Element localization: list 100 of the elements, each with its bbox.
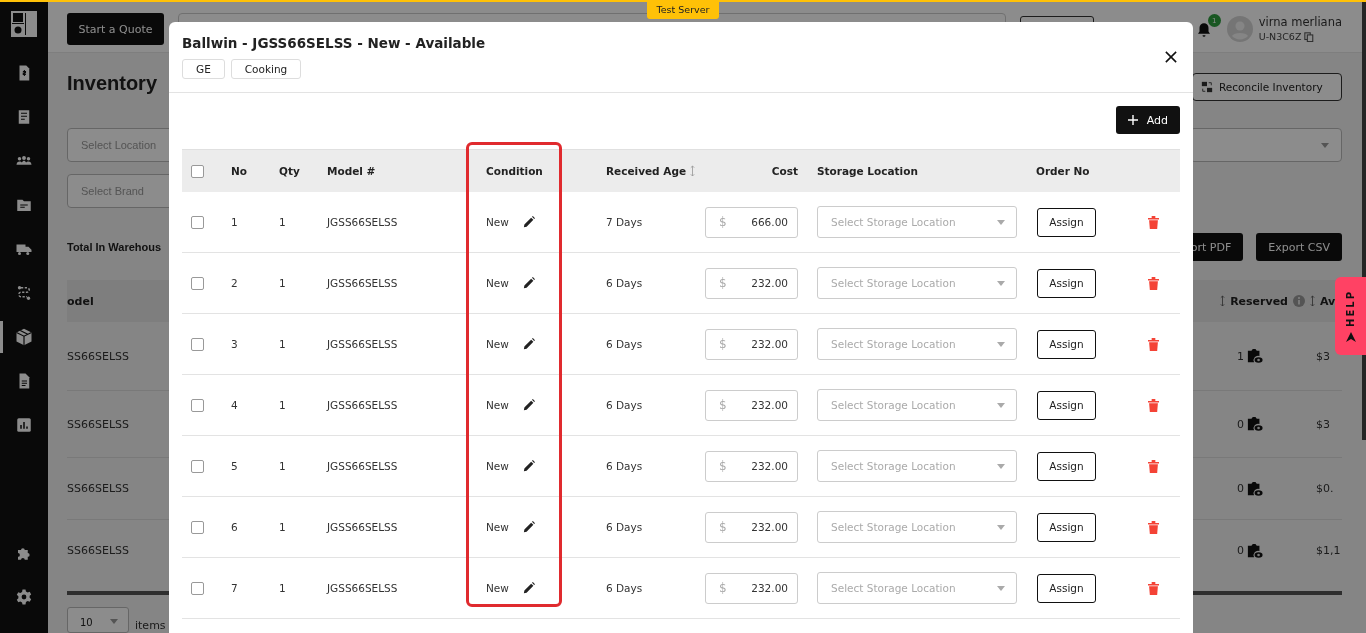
add-button[interactable]: Add [1115, 106, 1180, 134]
row-checkbox[interactable] [191, 276, 204, 290]
edit-icon[interactable] [522, 277, 535, 289]
table-cell: 6 Days [606, 460, 643, 472]
active-indicator [0, 321, 3, 353]
table-cell-text: $3 [1316, 417, 1331, 431]
copy-icon[interactable] [1304, 31, 1315, 42]
column-header: Order No [1036, 165, 1090, 177]
assign-button[interactable]: Assign [1037, 451, 1096, 481]
table-cell: 1 [279, 216, 286, 228]
close-icon[interactable] [1165, 51, 1177, 63]
help-tab[interactable]: HELP [1335, 277, 1366, 355]
table-cell: JGSS66SELSS [327, 216, 398, 228]
start-quote-button[interactable]: Start a Quote [67, 13, 164, 45]
export-csv-button[interactable]: Export CSV [1256, 233, 1342, 261]
table-cell: 1 [1237, 349, 1244, 363]
table-cell: 1 [279, 460, 286, 472]
delete-icon[interactable] [1148, 276, 1159, 290]
tag: GE [182, 59, 225, 79]
reservation-eye-icon[interactable] [1247, 416, 1263, 432]
table-cell: JGSS66SELSS [327, 399, 398, 411]
table-cell: 3 [231, 338, 238, 350]
gear-icon[interactable] [15, 588, 33, 606]
assign-button[interactable]: Assign [1037, 512, 1096, 542]
table-cell: 6 Days [606, 277, 643, 289]
table-cell: 6 [231, 521, 238, 533]
table-cell: New [486, 216, 509, 228]
assign-button[interactable]: Assign [1037, 573, 1096, 603]
table-cell: 6 Days [606, 582, 643, 594]
table-cell: 6 Days [606, 338, 643, 350]
cost-field[interactable]: $ 232.00 [705, 267, 798, 299]
cost-field[interactable]: $ 232.00 [705, 511, 798, 543]
row-checkbox[interactable] [191, 215, 204, 229]
reservation-eye-icon[interactable] [1247, 348, 1263, 364]
table-cell: 1 [279, 521, 286, 533]
plus-icon [1127, 115, 1138, 125]
page-size-select[interactable]: 10 [67, 607, 129, 633]
table-cell: New [486, 460, 509, 472]
edit-icon[interactable] [522, 216, 535, 228]
edit-icon[interactable] [522, 460, 535, 472]
table-cell: New [486, 582, 509, 594]
row-checkbox[interactable] [191, 459, 204, 473]
table-cell: 1 [279, 582, 286, 594]
cost-field[interactable]: $ 232.00 [705, 450, 798, 482]
table-cell: $1,1 [1316, 544, 1342, 557]
table-cell: JGSS66SELSS [327, 460, 398, 472]
chart-icon[interactable] [15, 416, 33, 434]
delete-icon[interactable] [1148, 459, 1159, 473]
table-cell: 7 [231, 582, 238, 594]
reconcile-inventory-button[interactable]: Reconcile Inventory [1192, 73, 1342, 101]
table-cell: New [486, 399, 509, 411]
edit-icon[interactable] [522, 399, 535, 411]
edit-icon[interactable] [522, 582, 535, 594]
column-header: odel [67, 294, 94, 308]
assign-button[interactable]: Assign [1037, 390, 1096, 420]
column-header: No [231, 165, 247, 177]
table-cell: JGSS66SELSS [327, 521, 398, 533]
select-all-checkbox[interactable] [191, 164, 204, 178]
row-checkbox[interactable] [191, 520, 204, 534]
app-logo[interactable] [11, 11, 37, 37]
server-banner: Test Server [647, 0, 719, 19]
table-cell: 0 [1237, 482, 1244, 495]
table-cell: 1 [279, 399, 286, 411]
table-cell: 1 [231, 216, 238, 228]
total-label: Total In Warehous [67, 241, 162, 253]
edit-icon[interactable] [522, 521, 535, 533]
cost-field[interactable]: $ 232.00 [705, 328, 798, 360]
delete-icon[interactable] [1148, 337, 1159, 351]
route-icon[interactable] [15, 284, 33, 302]
edit-icon[interactable] [522, 338, 535, 350]
assign-button[interactable]: Assign [1037, 329, 1096, 359]
row-checkbox[interactable] [191, 581, 204, 595]
table-cell: 0 [1237, 544, 1244, 557]
box-icon[interactable] [14, 327, 34, 347]
row-checkbox[interactable] [191, 398, 204, 412]
cost-field[interactable]: $ 666.00 [705, 206, 798, 238]
cost-field[interactable]: $ 232.00 [705, 572, 798, 604]
table-cell-text: $3 [1316, 349, 1331, 363]
assign-button[interactable]: Assign [1037, 207, 1096, 237]
page-title: Inventory [67, 71, 158, 95]
table-cell: 1 [279, 338, 286, 350]
table-cell: 1 [279, 277, 286, 289]
user-name: virna merliana [1258, 15, 1342, 29]
user-id: U-N3C6Z [1258, 31, 1302, 42]
sort-icon[interactable] [1310, 295, 1315, 307]
table-cell: 5 [231, 460, 238, 472]
arrow-icon [1345, 331, 1356, 342]
delete-icon[interactable] [1148, 215, 1159, 229]
reservation-eye-icon[interactable] [1247, 480, 1263, 497]
column-header: Condition [486, 165, 543, 177]
modal-title: Ballwin - JGSS66SELSS - New - Available [182, 35, 486, 51]
reservation-eye-icon[interactable] [1247, 542, 1263, 559]
sort-icon[interactable] [1220, 295, 1226, 307]
row-checkbox[interactable] [191, 337, 204, 351]
table-cell: New [486, 338, 509, 350]
delete-icon[interactable] [1148, 581, 1159, 595]
cost-field[interactable]: $ 232.00 [705, 389, 798, 421]
delete-icon[interactable] [1148, 398, 1159, 412]
delete-icon[interactable] [1148, 520, 1159, 534]
assign-button[interactable]: Assign [1037, 268, 1096, 298]
